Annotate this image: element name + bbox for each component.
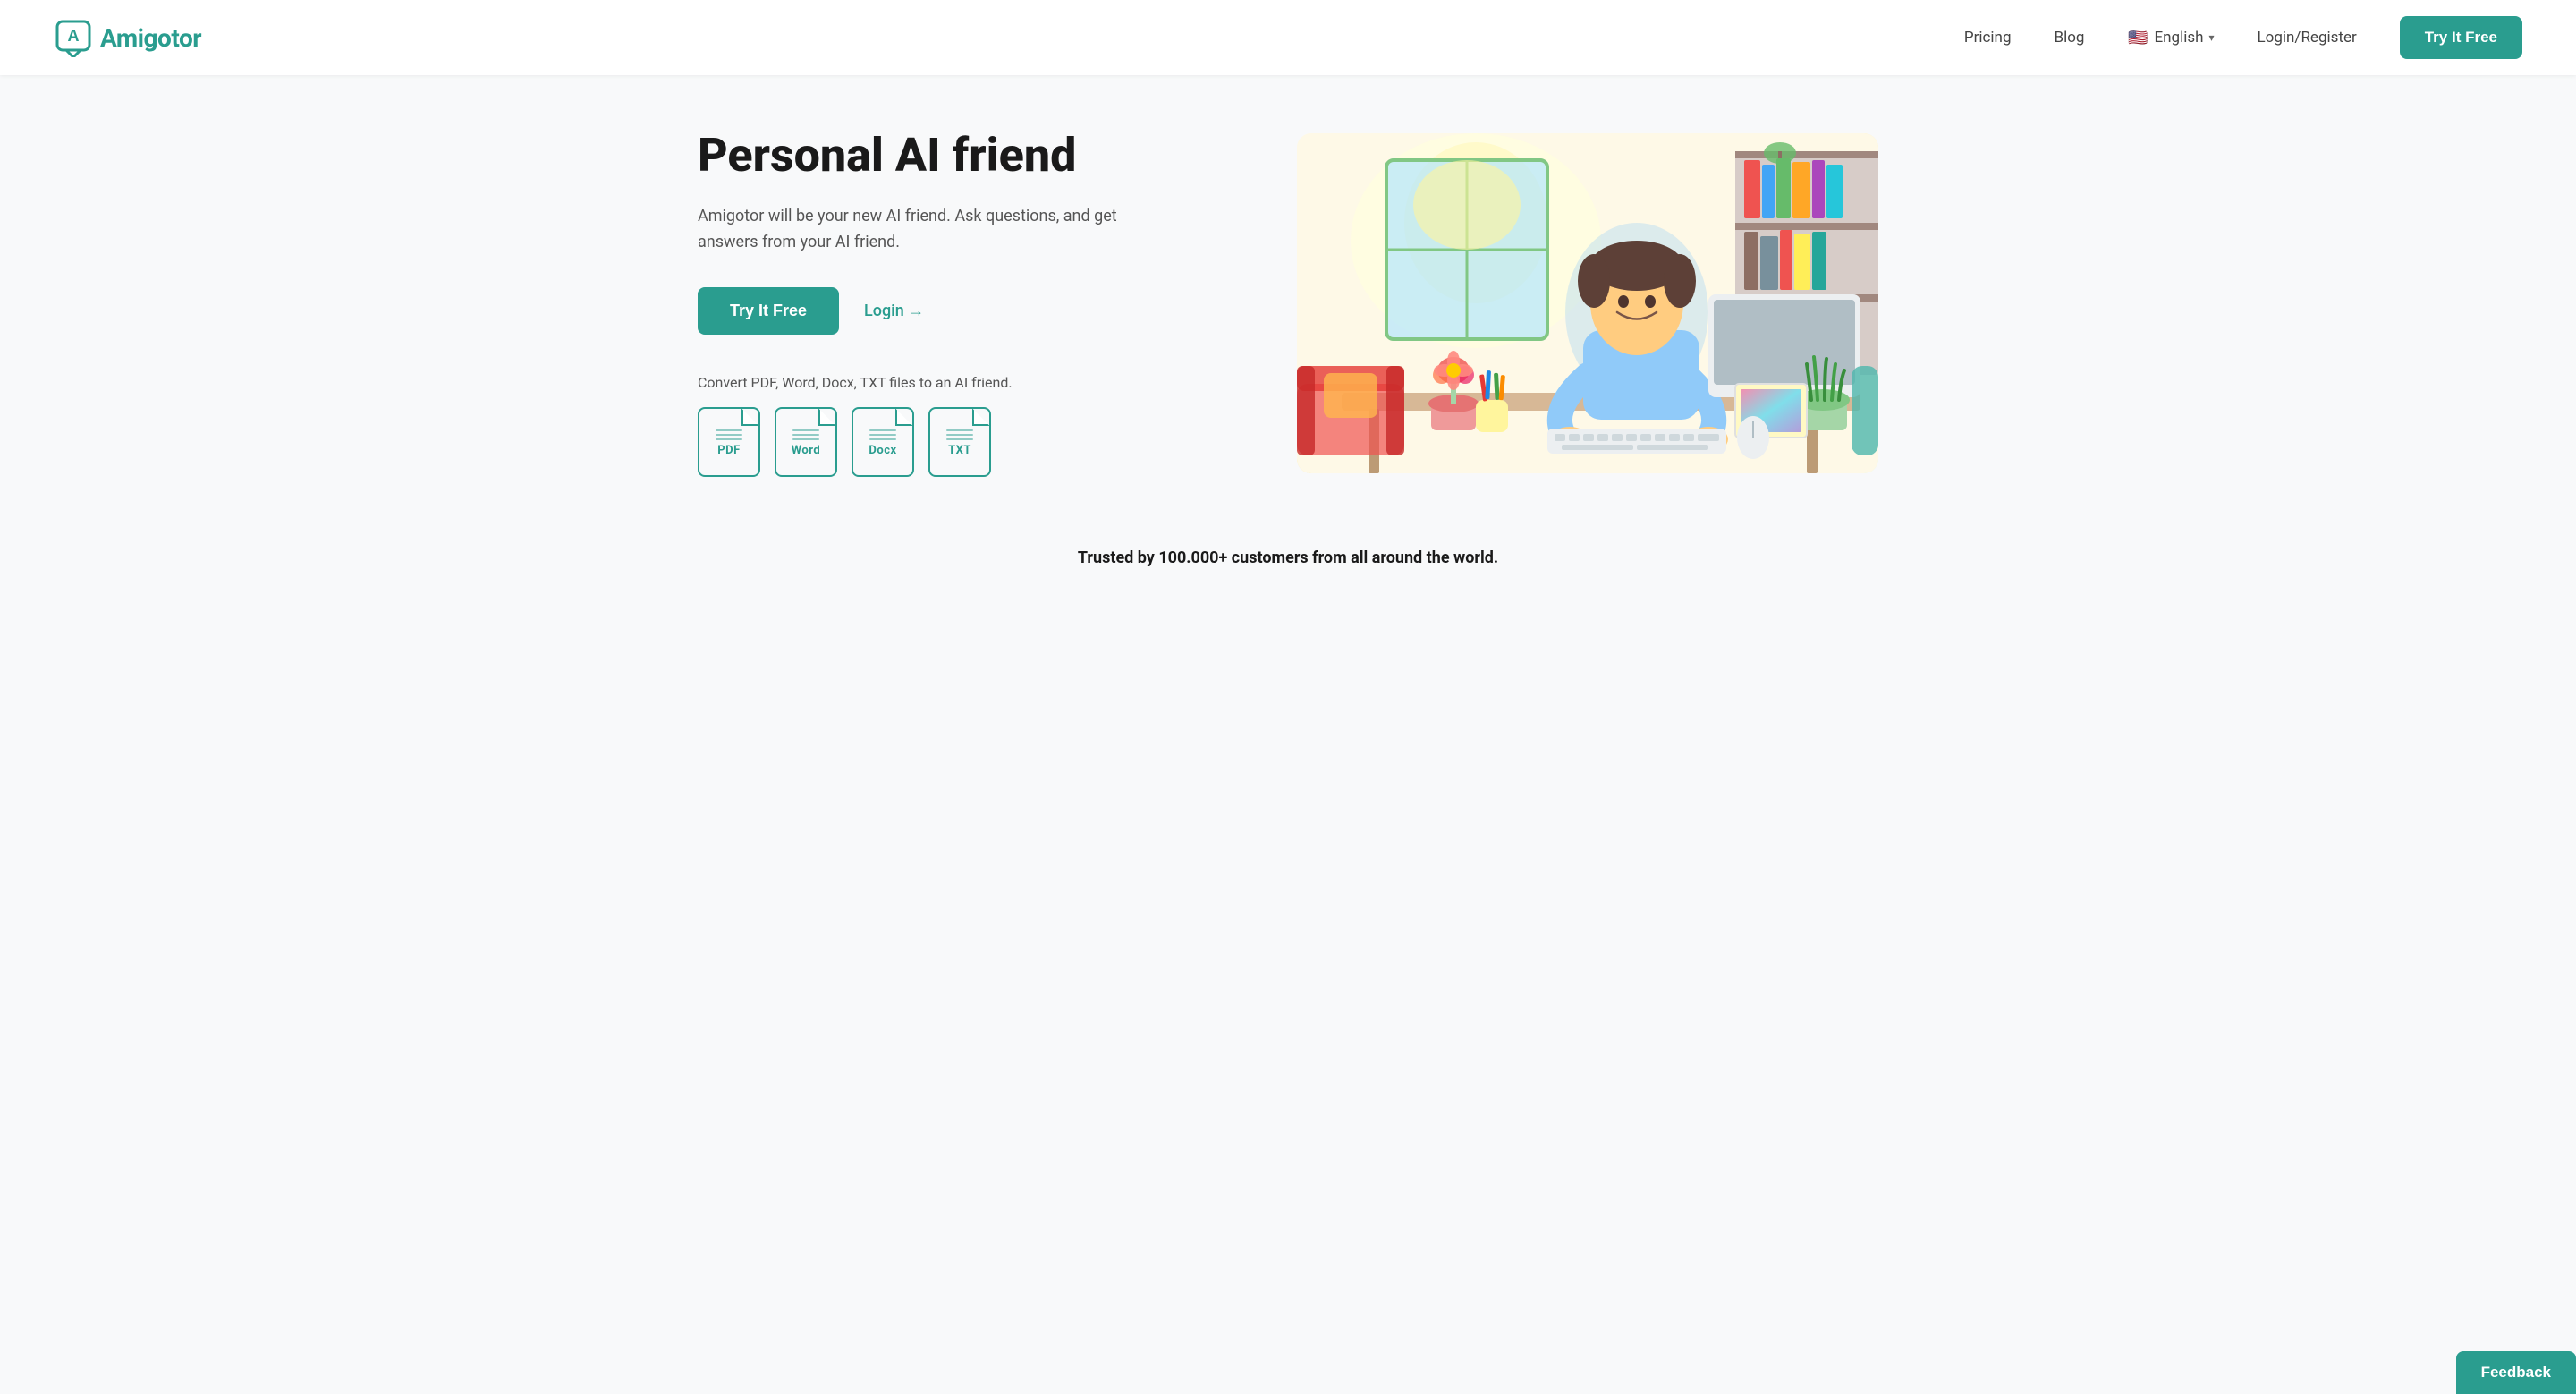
- hero-left-content: Personal AI friend Amigotor will be your…: [698, 129, 1252, 477]
- chevron-down-icon: ▾: [2208, 31, 2214, 44]
- file-icon-docx: Docx: [852, 407, 914, 477]
- file-icon-pdf: PDF: [698, 407, 760, 477]
- file-icons-row: PDF Word Docx: [698, 407, 1252, 477]
- hero-actions: Try It Free Login →: [698, 287, 1252, 335]
- file-icon-word: Word: [775, 407, 837, 477]
- hero-image: [1297, 133, 1878, 473]
- nav-try-it-free-button[interactable]: Try It Free: [2400, 16, 2522, 59]
- trusted-text: Trusted by 100.000+ customers from all a…: [18, 548, 2558, 567]
- hero-title: Personal AI friend: [698, 129, 1252, 183]
- hero-section: Personal AI friend Amigotor will be your…: [644, 75, 1932, 513]
- nav-blog[interactable]: Blog: [2055, 29, 2085, 47]
- language-flag: 🇺🇸: [2127, 27, 2148, 48]
- logo-icon: A: [54, 18, 93, 57]
- hero-convert-text: Convert PDF, Word, Docx, TXT files to an…: [698, 374, 1252, 391]
- logo-link[interactable]: A Amigotor: [54, 18, 201, 57]
- svg-text:A: A: [68, 27, 80, 45]
- hero-login-link[interactable]: Login →: [864, 302, 924, 320]
- hero-try-it-free-button[interactable]: Try It Free: [698, 287, 839, 335]
- main-nav: Pricing Blog 🇺🇸 English ▾ Login/Register…: [1964, 16, 2522, 59]
- trusted-banner: Trusted by 100.000+ customers from all a…: [0, 513, 2576, 603]
- nav-login-register[interactable]: Login/Register: [2258, 29, 2357, 47]
- logo-text: Amigotor: [100, 23, 201, 53]
- header: A Amigotor Pricing Blog 🇺🇸 English ▾ Log…: [0, 0, 2576, 75]
- language-label: English: [2154, 29, 2203, 47]
- hero-subtitle: Amigotor will be your new AI friend. Ask…: [698, 204, 1163, 256]
- hero-right-image: [1297, 133, 1878, 473]
- language-selector[interactable]: 🇺🇸 English ▾: [2127, 27, 2214, 48]
- file-icon-txt: TXT: [928, 407, 991, 477]
- feedback-button[interactable]: Feedback: [2456, 1351, 2576, 1394]
- nav-pricing[interactable]: Pricing: [1964, 29, 2012, 47]
